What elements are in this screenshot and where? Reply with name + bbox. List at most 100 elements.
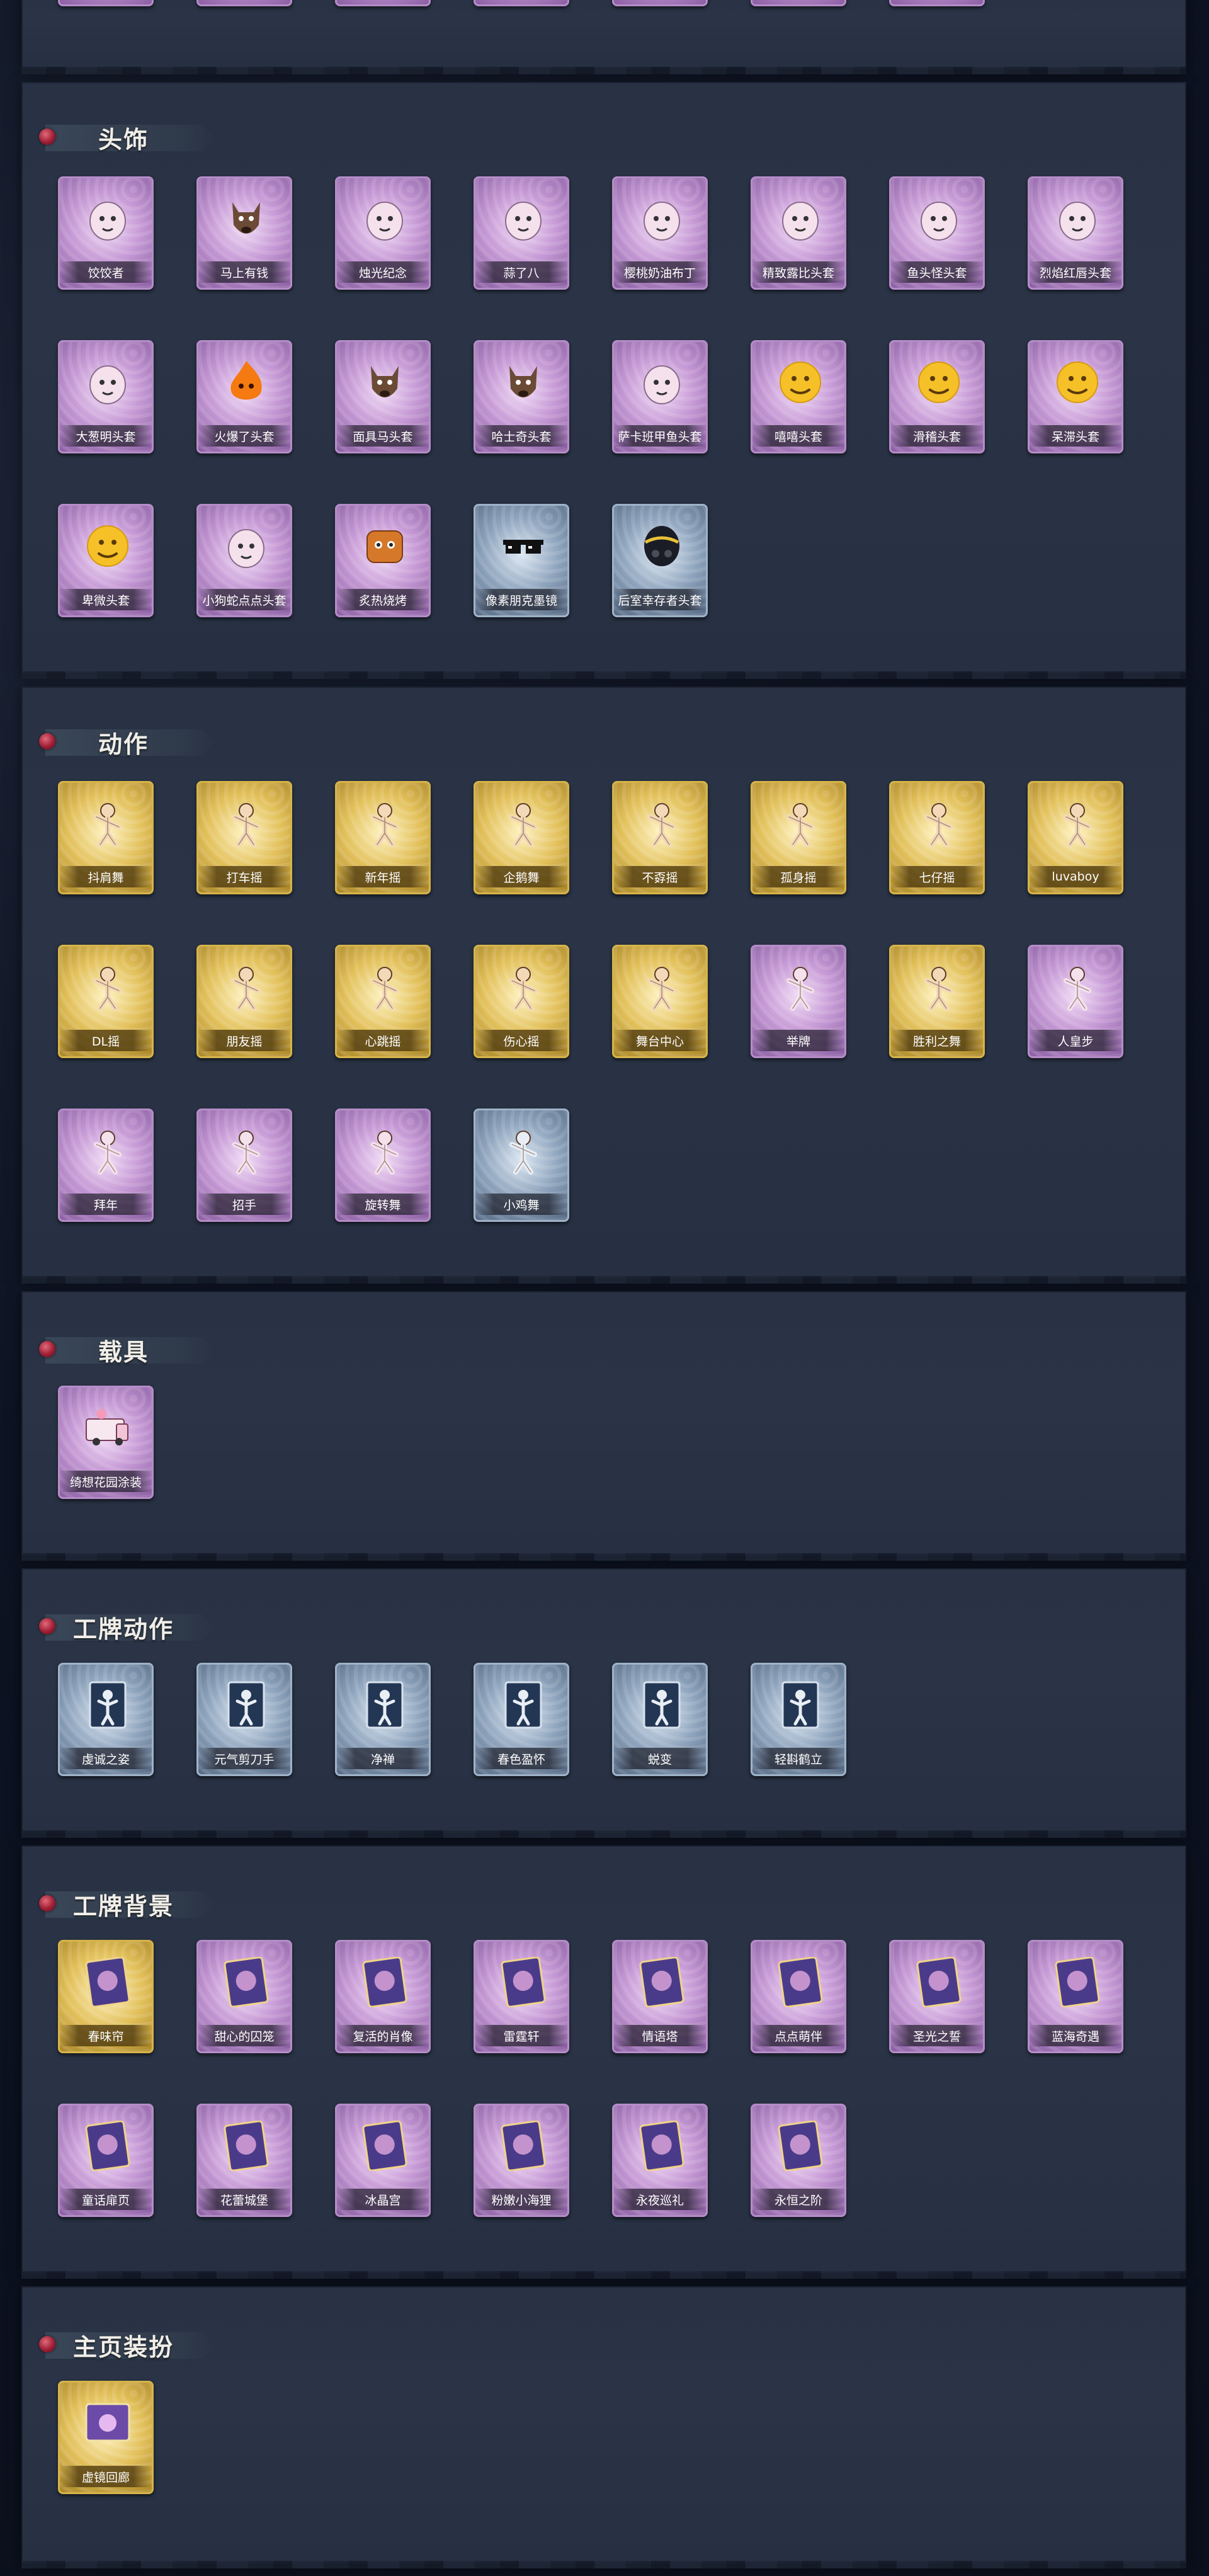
reward-card-gold[interactable]: 胜利之舞 (889, 945, 985, 1058)
reward-item[interactable]: 卑微头套 (55, 504, 156, 636)
reward-card-purple[interactable]: 童话扉页 (58, 2104, 154, 2217)
reward-item[interactable]: 萨卡班甲鱼头套 (610, 340, 710, 472)
reward-item[interactable]: 小狗蛇点点头套 (194, 504, 295, 636)
reward-card-purple[interactable]: 圣光之誓 (889, 1940, 985, 2053)
reward-card-gold[interactable]: 孤身摇 (751, 781, 846, 894)
reward-card-blue[interactable]: 虔诚之姿 (58, 1663, 154, 1776)
reward-item[interactable]: 冰晶宫 (332, 2104, 433, 2236)
reward-item[interactable]: 饺饺者 (55, 176, 156, 309)
reward-card-gold[interactable]: 不孬摇 (612, 781, 708, 894)
reward-item[interactable]: 晚安小熊 (748, 0, 849, 25)
reward-item[interactable]: 哈士奇头套 (471, 340, 572, 472)
reward-item[interactable]: 不孬摇 (610, 781, 710, 913)
reward-item[interactable]: 招手 (194, 1108, 295, 1241)
reward-item[interactable]: 企鹅舞 (471, 781, 572, 913)
reward-item[interactable]: 拜年 (55, 1108, 156, 1241)
reward-item[interactable]: 情语塔 (610, 1940, 710, 2072)
reward-card-purple[interactable]: 晚安小熊 (751, 0, 846, 6)
reward-item[interactable]: 七仔摇 (887, 781, 987, 913)
reward-item[interactable]: 呆滞头套 (1025, 340, 1126, 472)
reward-card-purple[interactable]: 烛光纪念 (335, 176, 431, 290)
reward-item[interactable]: 胜利之舞 (887, 945, 987, 1077)
reward-item[interactable]: 净禅 (332, 1663, 433, 1795)
reward-item[interactable]: 圣光之誓 (887, 1940, 987, 2072)
reward-card-purple[interactable]: 永恒之阶 (751, 2104, 846, 2217)
reward-item[interactable]: 锁头凤 (471, 0, 572, 25)
reward-item[interactable]: 虔诚之姿 (55, 1663, 156, 1795)
reward-item[interactable]: 孤身摇 (748, 781, 849, 913)
reward-card-purple[interactable]: 旋转舞 (335, 1108, 431, 1222)
reward-item[interactable]: 舞台中心 (610, 945, 710, 1077)
reward-card-purple[interactable]: 招手 (196, 1108, 292, 1222)
reward-card-gold[interactable]: 抖肩舞 (58, 781, 154, 894)
reward-item[interactable]: 面具马头套 (332, 340, 433, 472)
reward-card-gold[interactable]: 心跳摇 (335, 945, 431, 1058)
reward-item[interactable]: DL摇 (55, 945, 156, 1077)
reward-item[interactable]: 嘻嘻头套 (748, 340, 849, 472)
reward-card-gold[interactable]: 七仔摇 (889, 781, 985, 894)
reward-item[interactable]: 精致露比头套 (748, 176, 849, 309)
reward-item[interactable]: 花蕾城堡 (194, 2104, 295, 2236)
reward-card-blue[interactable]: 春色盈怀 (474, 1663, 569, 1776)
reward-item[interactable]: 未竟乐园 (55, 0, 156, 25)
reward-item[interactable]: 像素朋克墨镜 (471, 504, 572, 636)
reward-card-purple[interactable]: 甜心的囚笼 (196, 1940, 292, 2053)
reward-item[interactable]: 春味帘 (55, 1940, 156, 2072)
reward-item[interactable]: 打车摇 (194, 781, 295, 913)
reward-item[interactable]: 糖果守卫 (610, 0, 710, 25)
reward-card-purple[interactable]: 点点萌伴 (751, 1940, 846, 2053)
reward-card-gold[interactable]: 舞台中心 (612, 945, 708, 1058)
reward-card-gold[interactable]: 朋友摇 (196, 945, 292, 1058)
reward-item[interactable]: 小鸡舞 (471, 1108, 572, 1241)
reward-item[interactable]: 点点萌伴 (748, 1940, 849, 2072)
reward-card-purple[interactable]: 未竟乐园 (58, 0, 154, 6)
reward-card-purple[interactable]: 不朽的今夜 (889, 0, 985, 6)
reward-item[interactable]: 烛光纪念 (332, 176, 433, 309)
reward-card-purple[interactable]: 烈焰红唇头套 (1028, 176, 1123, 290)
reward-item[interactable]: 朋友摇 (194, 945, 295, 1077)
reward-item[interactable]: 炙热烧烤 (332, 504, 433, 636)
reward-card-purple[interactable]: 绮想花园涂装 (58, 1386, 154, 1499)
reward-card-purple[interactable]: 鱼头怪头套 (889, 176, 985, 290)
reward-card-purple[interactable]: 雷霆轩 (474, 1940, 569, 2053)
reward-card-gold[interactable]: 新年摇 (335, 781, 431, 894)
reward-card-purple[interactable]: 复活的肖像 (335, 1940, 431, 2053)
reward-card-blue[interactable]: 轻斟鹤立 (751, 1663, 846, 1776)
reward-card-purple[interactable]: 滑稽头套 (889, 340, 985, 453)
reward-card-purple[interactable]: 天使消失的年代 (335, 0, 431, 6)
reward-card-blue[interactable]: 蜕变 (612, 1663, 708, 1776)
reward-item[interactable]: 举牌 (748, 945, 849, 1077)
reward-card-blue[interactable]: 元气剪刀手 (196, 1663, 292, 1776)
reward-item[interactable]: 滑稽头套 (887, 340, 987, 472)
reward-item[interactable]: 马上有钱 (194, 176, 295, 309)
reward-item[interactable]: 粉嫩小海狸 (471, 2104, 572, 2236)
reward-item[interactable]: 蒜了八 (471, 176, 572, 309)
reward-card-purple[interactable]: 大葱明头套 (58, 340, 154, 453)
reward-card-purple[interactable]: 小狗蛇点点头套 (196, 504, 292, 617)
reward-item[interactable]: 伤心摇 (471, 945, 572, 1077)
reward-card-gold[interactable]: 春味帘 (58, 1940, 154, 2053)
reward-item[interactable]: 元气剪刀手 (194, 1663, 295, 1795)
reward-card-purple[interactable]: 粉嫩小海狸 (474, 2104, 569, 2217)
reward-card-purple[interactable]: 嘻嘻头套 (751, 340, 846, 453)
reward-card-blue[interactable]: 净禅 (335, 1663, 431, 1776)
reward-item[interactable]: 鱼头怪头套 (887, 176, 987, 309)
reward-card-purple[interactable]: 蓝海奇遇 (1028, 1940, 1123, 2053)
reward-item[interactable]: 轻斟鹤立 (748, 1663, 849, 1795)
reward-card-purple[interactable]: 蒜了八 (474, 176, 569, 290)
reward-card-blue[interactable]: 后室幸存者头套 (612, 504, 708, 617)
reward-card-gold[interactable]: 虚镜回廊 (58, 2381, 154, 2494)
reward-card-purple[interactable]: 情语塔 (612, 1940, 708, 2053)
reward-item[interactable]: luvaboy (1025, 781, 1126, 913)
reward-item[interactable]: 心跳摇 (332, 945, 433, 1077)
reward-card-gold[interactable]: 打车摇 (196, 781, 292, 894)
reward-item[interactable]: 火爆了头套 (194, 340, 295, 472)
reward-card-purple[interactable]: 哈士奇头套 (474, 340, 569, 453)
reward-card-purple[interactable]: 炙热烧烤 (335, 504, 431, 617)
reward-card-gold[interactable]: 伤心摇 (474, 945, 569, 1058)
reward-item[interactable]: 春色盈怀 (471, 1663, 572, 1795)
reward-card-purple[interactable]: 火爆了头套 (196, 340, 292, 453)
reward-card-purple[interactable]: 举牌 (751, 945, 846, 1058)
reward-card-purple[interactable]: 人皇步 (1028, 945, 1123, 1058)
reward-card-purple[interactable]: 精致露比头套 (751, 176, 846, 290)
